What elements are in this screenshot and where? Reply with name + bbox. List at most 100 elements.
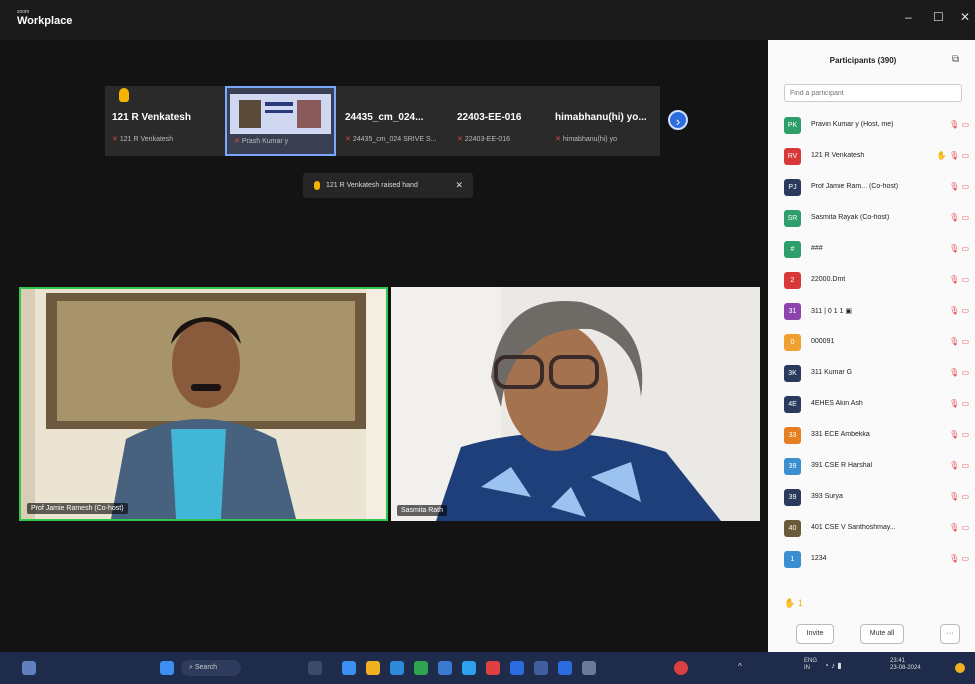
participant-status-icons: 🎙 ▭ (949, 523, 969, 532)
participant-row[interactable]: 2 22000.Dmt 🎙 ▭ (768, 266, 975, 297)
invite-button[interactable]: Invite (796, 624, 834, 644)
participant-status-icons: ✋ 🎙 ▭ (937, 151, 969, 160)
participant-row[interactable]: PJ Prof Jamie Ram... (Co-host) 🎙 ▭ (768, 173, 975, 204)
app-logo: zoom Workplace (17, 10, 72, 27)
widgets-icon[interactable] (22, 661, 36, 675)
strip-tile[interactable]: 121 R Venkatesh ✕ 121 R Venkatesh (105, 86, 225, 156)
meeting-stage: 121 R Venkatesh ✕ 121 R Venkatesh ✕ Prash … (0, 40, 768, 652)
video-feed-man (21, 289, 386, 519)
avatar: 39 (784, 489, 801, 506)
avatar: 4E (784, 396, 801, 413)
maximize-button[interactable]: ☐ (933, 10, 944, 24)
avatar: 3K (784, 365, 801, 382)
participant-row[interactable]: 4E 4EHES Akin Ash 🎙 ▭ (768, 390, 975, 421)
avatar: 40 (784, 520, 801, 537)
avatar: 1 (784, 551, 801, 568)
os-taskbar: ⌕ Search ^ ENG IN ◔ ♪ ▮ 23:41 23-08-2024 (0, 652, 975, 684)
participant-list: PK Pravin Kumar y (Host, me) 🎙 ▭ RV 121 R Ve… (768, 111, 975, 576)
edge-icon[interactable] (390, 661, 404, 675)
reactions-count: ✋ 1 (784, 598, 803, 608)
video-tile[interactable]: Prof Jamie Ramesh (Co-host) (19, 287, 388, 521)
chevron-up-icon[interactable]: ^ (738, 662, 742, 672)
minimize-button[interactable]: – (905, 10, 912, 24)
participant-row[interactable]: # ### 🎙 ▭ (768, 235, 975, 266)
strip-tile-screenshare[interactable]: ✕ Prash Kumar y (225, 86, 336, 156)
participant-row[interactable]: RV 121 R Venkatesh ✋ 🎙 ▭ (768, 142, 975, 173)
participant-name: 1234 (811, 555, 827, 562)
tile-name: himabhanu(hi) yo... (555, 112, 647, 123)
more-options-button[interactable]: ··· (940, 624, 960, 644)
strip-tile[interactable]: himabhanu(hi) yo... ✕ himabhanu(hi) yo (548, 86, 660, 156)
participant-name: ### (811, 245, 823, 252)
start-icon[interactable] (160, 661, 174, 675)
video-tile[interactable]: Sasmita Rath (391, 287, 760, 521)
participant-strip: 121 R Venkatesh ✕ 121 R Venkatesh ✕ Prash … (105, 86, 660, 156)
participant-row[interactable]: 39 393 Surya 🎙 ▭ (768, 483, 975, 514)
avatar: PJ (784, 179, 801, 196)
participant-status-icons: 🎙 ▭ (949, 120, 969, 129)
participant-row[interactable]: 1 1234 🎙 ▭ (768, 545, 975, 576)
app-icon[interactable] (510, 661, 524, 675)
app-icon[interactable] (534, 661, 548, 675)
strip-tile[interactable]: 24435_cm_024... ✕ 24435_cm_024 SRIVE S... (338, 86, 450, 156)
app-icon[interactable] (582, 661, 596, 675)
chrome-icon[interactable] (414, 661, 428, 675)
notification-icon[interactable] (955, 663, 965, 673)
mic-muted-icon: 🎙 ▭ (949, 182, 969, 191)
next-page-button[interactable]: › (668, 110, 688, 130)
participant-status-icons: 🎙 ▭ (949, 399, 969, 408)
task-view-icon[interactable] (308, 661, 322, 675)
participant-status-icons: 🎙 ▭ (949, 337, 969, 346)
avatar: PK (784, 117, 801, 134)
participant-row[interactable]: PK Pravin Kumar y (Host, me) 🎙 ▭ (768, 111, 975, 142)
raised-hand-icon: ✋ (936, 151, 950, 160)
popout-icon[interactable]: ⧉ (952, 54, 959, 65)
participant-row[interactable]: 31 311 | 0 1 1 ▣ 🎙 ▭ (768, 297, 975, 328)
participant-name: 311 Kumar G (811, 369, 853, 376)
wifi-icon[interactable]: ◔ ♪ ▮ (824, 661, 842, 671)
zoom-icon[interactable] (558, 661, 572, 675)
participant-name: Sasmita Rayak (Co-host) (811, 214, 890, 221)
raised-hand-icon (314, 181, 320, 190)
mic-muted-icon: 🎙 ▭ (949, 151, 969, 160)
app-icon[interactable] (342, 661, 356, 675)
participant-name: Prof Jamie Ram... (Co-host) (811, 183, 899, 190)
mic-muted-icon: ✕ (345, 136, 351, 143)
close-toast-icon[interactable]: ✕ (455, 180, 463, 191)
app-icon[interactable] (462, 661, 476, 675)
panel-footer: Invite Mute all ··· (768, 620, 975, 652)
participant-row[interactable]: 40 401 CSE V Santhoshmay... 🎙 ▭ (768, 514, 975, 545)
mute-all-button[interactable]: Mute all (860, 624, 904, 644)
avatar: 33 (784, 427, 801, 444)
participant-row[interactable]: 33 331 ECE Ambekka 🎙 ▭ (768, 421, 975, 452)
title-bar: zoom Workplace – ☐ ✕ (0, 0, 975, 40)
app-icon[interactable] (438, 661, 452, 675)
close-window-button[interactable]: ✕ (960, 10, 970, 24)
app-icon[interactable] (486, 661, 500, 675)
file-explorer-icon[interactable] (366, 661, 380, 675)
participant-name: 391 CSE R Harshal (811, 462, 873, 469)
mic-muted-icon: 🎙 ▭ (949, 120, 969, 129)
strip-tile[interactable]: 22403-EE-016 ✕ 22403-EE-016 (450, 86, 550, 156)
participant-row[interactable]: 3K 311 Kumar G 🎙 ▭ (768, 359, 975, 390)
clock[interactable]: 23:41 23-08-2024 (890, 658, 921, 671)
taskbar-search[interactable]: ⌕ Search (181, 660, 241, 676)
participant-row[interactable]: SR Sasmita Rayak (Co-host) 🎙 ▭ (768, 204, 975, 235)
language-indicator[interactable]: ENG IN (804, 658, 817, 671)
tile-subtitle: ✕ himabhanu(hi) yo (555, 136, 617, 143)
app-icon[interactable] (674, 661, 688, 675)
mic-muted-icon: 🎙 ▭ (949, 523, 969, 532)
participant-search-input[interactable] (784, 84, 962, 102)
avatar: # (784, 241, 801, 258)
avatar: 2 (784, 272, 801, 289)
participant-row[interactable]: 0 000091 🎙 ▭ (768, 328, 975, 359)
participant-name: 331 ECE Ambekka (811, 431, 870, 438)
app-name: Workplace (17, 15, 73, 27)
mic-muted-icon: 🎙 ▭ (949, 213, 969, 222)
mic-muted-icon: ✕ (555, 136, 561, 143)
tile-name: 24435_cm_024... (345, 112, 424, 123)
video-feed-woman (391, 287, 760, 521)
search-icon: ⌕ (189, 664, 193, 671)
raised-hand-icon (119, 88, 129, 102)
participant-row[interactable]: 39 391 CSE R Harshal 🎙 ▭ (768, 452, 975, 483)
